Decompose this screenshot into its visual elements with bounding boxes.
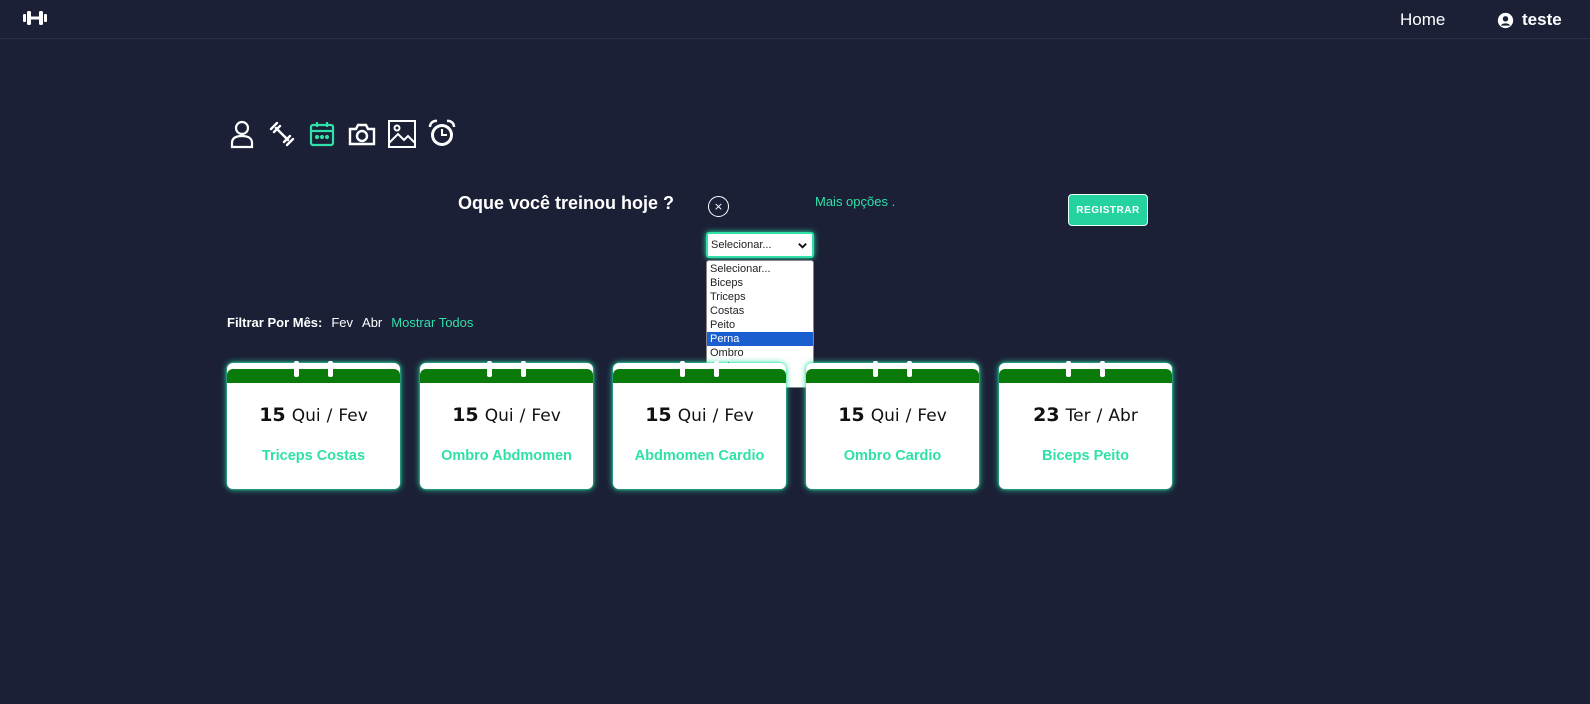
user-icon (230, 120, 254, 149)
nav-home-link[interactable]: Home (1400, 10, 1445, 30)
card-separator: / (326, 406, 333, 426)
dropdown-option[interactable]: Costas (707, 304, 813, 318)
calendar-ring (873, 361, 878, 377)
nav-username: teste (1522, 10, 1562, 29)
card-date: 23 Ter / Abr (999, 404, 1172, 426)
image-icon (388, 120, 416, 148)
calendar-icon (309, 122, 335, 147)
dropdown-option[interactable]: Peito (707, 318, 813, 332)
card-workout: Biceps Peito (1041, 448, 1130, 464)
calendar-ring (487, 361, 492, 377)
calendar-ring (714, 361, 719, 377)
dropdown-option[interactable]: Biceps (707, 276, 813, 290)
workout-card[interactable]: 23 Ter / Abr Biceps Peito (999, 361, 1172, 489)
section-tabs (226, 117, 458, 151)
card-weekday: Qui (291, 406, 321, 426)
tab-calendar[interactable] (306, 117, 338, 151)
tab-profile[interactable] (226, 117, 258, 151)
question-title: Oque você treinou hoje ? (458, 193, 675, 213)
card-day: 15 (452, 404, 479, 426)
alarm-clock-icon (428, 119, 456, 146)
card-header-band (806, 369, 979, 383)
card-month: Fev (338, 406, 368, 426)
tab-alarm[interactable] (426, 117, 458, 151)
calendar-ring (907, 361, 912, 377)
calendar-ring (328, 361, 333, 377)
card-separator: / (712, 406, 719, 426)
card-weekday: Ter (1065, 406, 1091, 426)
tab-gallery[interactable] (386, 117, 418, 151)
tab-exercises[interactable] (266, 117, 298, 151)
calendar-ring (1100, 361, 1105, 377)
dumbbell-logo-icon[interactable] (22, 8, 48, 28)
workout-card[interactable]: 15 Qui / Fev Ombro Cardio (806, 361, 979, 489)
filter-month-fev[interactable]: Fev (331, 315, 353, 330)
card-date: 15 Qui / Fev (806, 404, 979, 426)
dropdown-option[interactable]: Ombro (707, 346, 813, 360)
calendar-ring (1066, 361, 1071, 377)
card-month: Fev (531, 406, 561, 426)
camera-icon (348, 123, 376, 146)
card-weekday: Qui (677, 406, 707, 426)
workout-card[interactable]: 15 Qui / Fev Abdmomen Cardio (613, 361, 786, 489)
card-day: 15 (838, 404, 865, 426)
card-header-band (613, 369, 786, 383)
card-separator: / (1096, 406, 1103, 426)
card-month: Fev (724, 406, 754, 426)
close-button[interactable]: × (708, 196, 729, 217)
card-header-band (999, 369, 1172, 383)
filter-show-all[interactable]: Mostrar Todos (391, 315, 473, 330)
card-workout: Ombro Cardio (843, 448, 942, 464)
dropdown-option[interactable]: Triceps (707, 290, 813, 304)
workout-card[interactable]: 15 Qui / Fev Ombro Abdmomen (420, 361, 593, 489)
card-weekday: Qui (870, 406, 900, 426)
dropdown-option[interactable]: Selecionar... (707, 262, 813, 276)
card-month: Abr (1108, 406, 1138, 426)
nav-user-menu[interactable]: teste (1497, 10, 1562, 30)
card-header-band (227, 369, 400, 383)
calendar-ring (294, 361, 299, 377)
card-date: 15 Qui / Fev (227, 404, 400, 426)
top-navbar: Home teste (0, 0, 1590, 39)
card-weekday: Qui (484, 406, 514, 426)
user-circle-icon (1497, 12, 1514, 28)
register-button[interactable]: REGISTRAR (1068, 194, 1148, 226)
calendar-ring (521, 361, 526, 377)
chevron-down-icon (798, 243, 807, 249)
month-filter: Filtrar Por Mês: Fev Abr Mostrar Todos (227, 315, 473, 330)
card-date: 15 Qui / Fev (613, 404, 786, 426)
dropdown-option-highlighted[interactable]: Perna (707, 332, 813, 346)
card-workout: Abdmomen Cardio (634, 448, 765, 464)
card-workout: Triceps Costas (261, 448, 366, 464)
card-month: Fev (917, 406, 947, 426)
filter-label: Filtrar Por Mês: (227, 315, 323, 330)
card-separator: / (905, 406, 912, 426)
select-value: Selecionar... (711, 239, 772, 251)
workout-card[interactable]: 15 Qui / Fev Triceps Costas (227, 361, 400, 489)
card-day: 23 (1033, 404, 1060, 426)
workout-cards: 15 Qui / Fev Triceps Costas 15 Qui / Fev… (227, 361, 1172, 489)
card-day: 15 (259, 404, 286, 426)
more-options-link[interactable]: Mais opções . (815, 194, 895, 209)
tab-camera[interactable] (346, 117, 378, 151)
card-day: 15 (645, 404, 672, 426)
card-header-band (420, 369, 593, 383)
dumbbell-icon (269, 121, 295, 147)
card-workout: Ombro Abdmomen (441, 448, 572, 464)
card-separator: / (519, 406, 526, 426)
calendar-ring (680, 361, 685, 377)
filter-month-abr[interactable]: Abr (362, 315, 382, 330)
workout-select[interactable]: Selecionar... (706, 232, 814, 258)
card-date: 15 Qui / Fev (420, 404, 593, 426)
